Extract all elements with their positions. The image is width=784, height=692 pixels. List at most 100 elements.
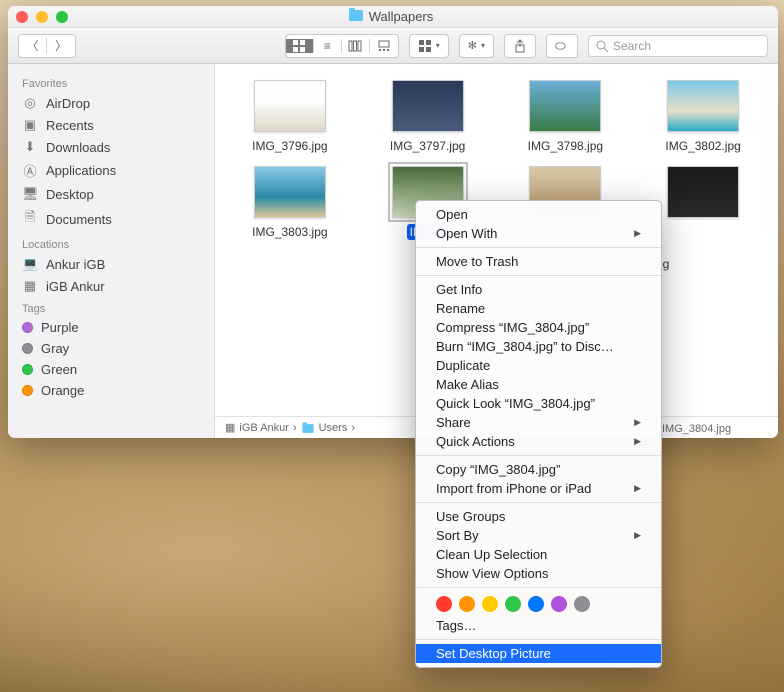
airdrop-icon: ◎: [22, 95, 38, 111]
recents-icon: ▣: [22, 117, 38, 133]
folder-icon: [302, 424, 313, 433]
tag-gray[interactable]: [574, 596, 590, 612]
tag-icon: [555, 39, 569, 53]
tag-red[interactable]: [436, 596, 452, 612]
nav-back-forward: 〈 〉: [18, 34, 76, 58]
tag-dot-orange: [22, 385, 33, 396]
sidebar-header-tags: Tags: [8, 297, 214, 317]
disk-icon: ▦: [22, 278, 38, 294]
tag-green[interactable]: [505, 596, 521, 612]
sidebar-item-igb-ankur[interactable]: ▦iGB Ankur: [8, 275, 214, 297]
back-button[interactable]: 〈: [19, 37, 47, 54]
sidebar-item-desktop[interactable]: 🖥Desktop: [8, 183, 214, 205]
file-item[interactable]: IMG_3798.jpg: [501, 80, 631, 154]
file-item[interactable]: IMG_3803.jpg: [225, 166, 355, 240]
columns-icon: [348, 39, 362, 53]
path-crumb[interactable]: ▦iGB Ankur: [225, 421, 289, 434]
menu-item-clean-up[interactable]: Clean Up Selection: [416, 545, 661, 564]
file-thumbnail: [529, 80, 601, 132]
file-item[interactable]: IMG_3802.jpg: [638, 80, 768, 154]
tag-yellow[interactable]: [482, 596, 498, 612]
sidebar-tag-gray[interactable]: Gray: [8, 338, 214, 359]
desktop-icon: 🖥: [22, 186, 38, 202]
window-title: Wallpapers: [68, 9, 714, 24]
group-by-button[interactable]: ▾: [409, 34, 449, 58]
close-icon[interactable]: [16, 11, 28, 23]
menu-separator: [416, 247, 661, 248]
tag-orange[interactable]: [459, 596, 475, 612]
file-thumbnail: [667, 166, 739, 218]
menu-separator: [416, 502, 661, 503]
sidebar: Favorites ◎AirDrop ▣Recents ⬇Downloads Ⓐ…: [8, 64, 215, 438]
sidebar-item-applications[interactable]: ⒶApplications: [8, 158, 214, 183]
view-gallery-button[interactable]: [370, 39, 398, 53]
menu-item-rename[interactable]: Rename: [416, 299, 661, 318]
titlebar[interactable]: Wallpapers: [8, 6, 778, 28]
file-item[interactable]: IMG_3797.jpg: [363, 80, 493, 154]
menu-tags-row: [416, 592, 661, 616]
menu-item-set-desktop-picture[interactable]: Set Desktop Picture: [416, 644, 661, 663]
file-thumbnail: [392, 80, 464, 132]
view-mode-segment: ≡: [285, 34, 399, 58]
menu-item-burn[interactable]: Burn “IMG_3804.jpg” to Disc…: [416, 337, 661, 356]
menu-item-copy[interactable]: Copy “IMG_3804.jpg”: [416, 460, 661, 479]
zoom-icon[interactable]: [56, 11, 68, 23]
menu-item-import[interactable]: Import from iPhone or iPad: [416, 479, 661, 498]
sidebar-item-airdrop[interactable]: ◎AirDrop: [8, 92, 214, 114]
tag-dot-green: [22, 364, 33, 375]
sidebar-item-documents[interactable]: 🗎Documents: [8, 205, 214, 233]
menu-item-quick-actions[interactable]: Quick Actions: [416, 432, 661, 451]
tag-dot-purple: [22, 322, 33, 333]
tag-blue[interactable]: [528, 596, 544, 612]
laptop-icon: 💻: [22, 256, 38, 272]
menu-item-quick-look[interactable]: Quick Look “IMG_3804.jpg”: [416, 394, 661, 413]
path-crumb[interactable]: Users: [301, 422, 348, 434]
tag-purple[interactable]: [551, 596, 567, 612]
menu-separator: [416, 587, 661, 588]
menu-item-use-groups[interactable]: Use Groups: [416, 507, 661, 526]
sidebar-tag-purple[interactable]: Purple: [8, 317, 214, 338]
traffic-lights: [16, 11, 68, 23]
share-button[interactable]: [504, 34, 536, 58]
forward-button[interactable]: 〉: [47, 37, 75, 54]
finder-window: Wallpapers 〈 〉 ≡ ▾ ✻▾: [8, 6, 778, 438]
grid-icon: [292, 39, 306, 53]
tags-button[interactable]: [546, 34, 578, 58]
sidebar-tag-green[interactable]: Green: [8, 359, 214, 380]
menu-item-make-alias[interactable]: Make Alias: [416, 375, 661, 394]
file-thumbnail: [254, 80, 326, 132]
search-icon: [595, 39, 609, 53]
file-thumbnail: [667, 80, 739, 132]
menu-item-move-to-trash[interactable]: Move to Trash: [416, 252, 661, 271]
minimize-icon[interactable]: [36, 11, 48, 23]
view-list-button[interactable]: ≡: [314, 39, 342, 53]
menu-item-open-with[interactable]: Open With: [416, 224, 661, 243]
menu-item-open[interactable]: Open: [416, 205, 661, 224]
sidebar-item-downloads[interactable]: ⬇Downloads: [8, 136, 214, 158]
menu-item-tags[interactable]: Tags…: [416, 616, 661, 635]
downloads-icon: ⬇: [22, 139, 38, 155]
view-icon-button[interactable]: [286, 39, 314, 53]
disk-icon: ▦: [225, 421, 235, 434]
view-column-button[interactable]: [342, 39, 370, 53]
menu-separator: [416, 455, 661, 456]
menu-item-view-options[interactable]: Show View Options: [416, 564, 661, 583]
menu-item-duplicate[interactable]: Duplicate: [416, 356, 661, 375]
file-thumbnail: [254, 166, 326, 218]
tag-dot-gray: [22, 343, 33, 354]
toolbar: 〈 〉 ≡ ▾ ✻▾: [8, 28, 778, 64]
sidebar-tag-orange[interactable]: Orange: [8, 380, 214, 401]
search-placeholder: Search: [613, 39, 651, 53]
action-button[interactable]: ✻▾: [459, 34, 494, 58]
search-field[interactable]: Search: [588, 35, 768, 57]
menu-item-compress[interactable]: Compress “IMG_3804.jpg”: [416, 318, 661, 337]
file-item[interactable]: IMG_3796.jpg: [225, 80, 355, 154]
sidebar-item-ankur-igb[interactable]: 💻Ankur iGB: [8, 253, 214, 275]
menu-item-get-info[interactable]: Get Info: [416, 280, 661, 299]
chevron-right-icon: ›: [351, 422, 355, 434]
menu-item-share[interactable]: Share: [416, 413, 661, 432]
documents-icon: 🗎: [22, 208, 38, 230]
window-title-text: Wallpapers: [369, 9, 434, 24]
menu-item-sort-by[interactable]: Sort By: [416, 526, 661, 545]
sidebar-item-recents[interactable]: ▣Recents: [8, 114, 214, 136]
